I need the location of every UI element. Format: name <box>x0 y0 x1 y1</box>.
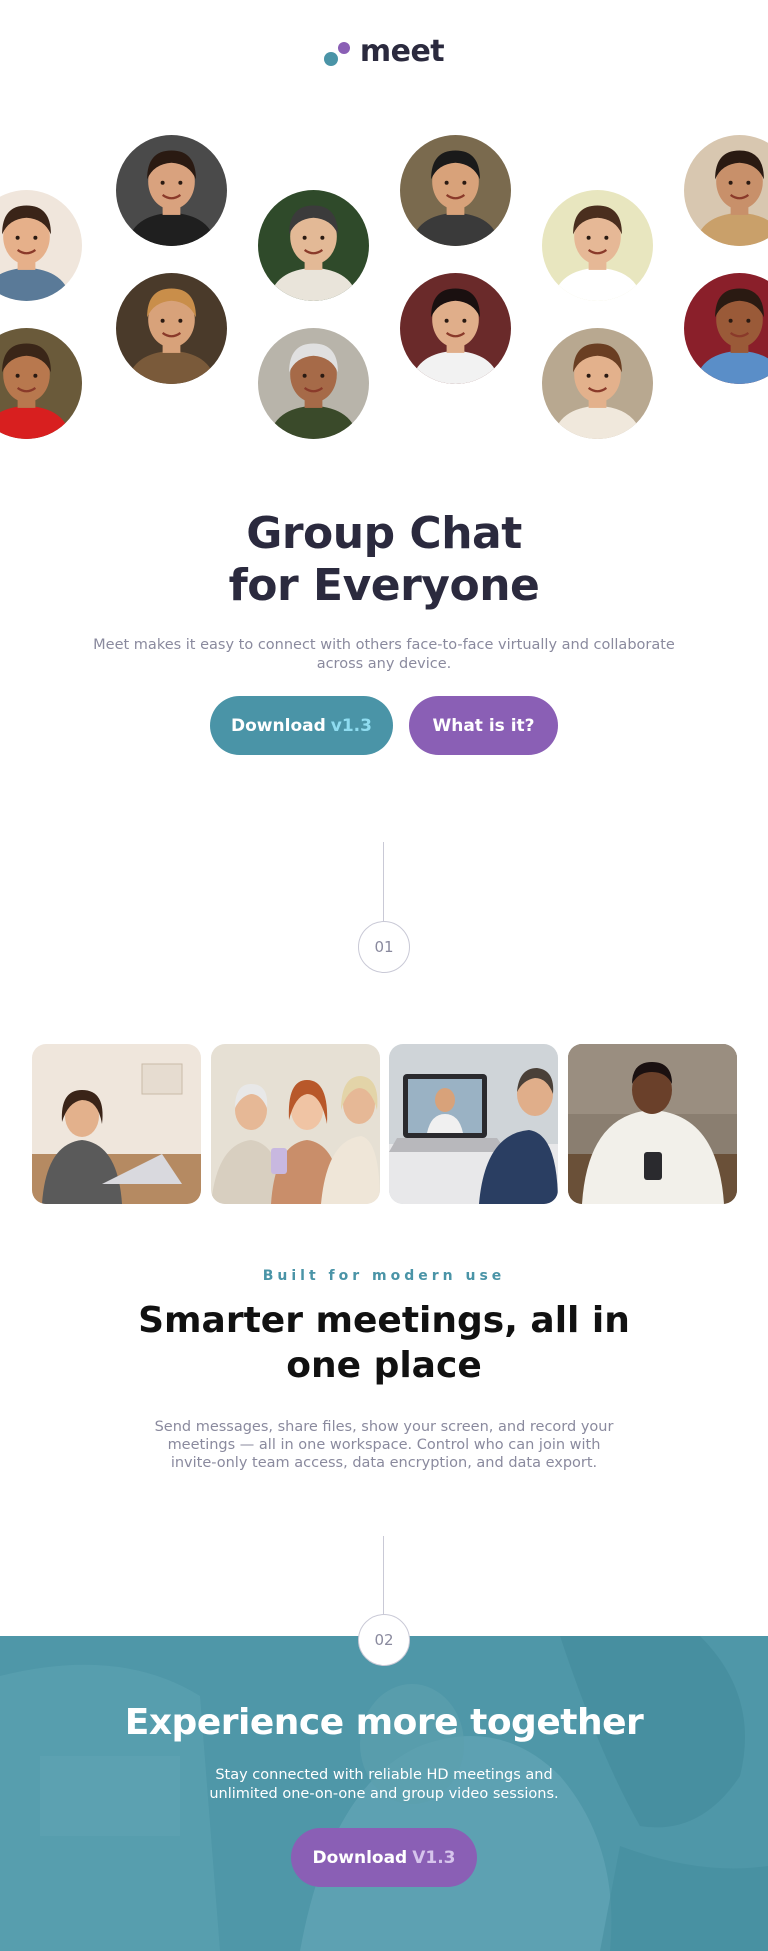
avatar-person-10 <box>400 273 511 384</box>
avatar-portrait <box>0 328 82 439</box>
avatar-person-1 <box>0 190 82 301</box>
photo-scene <box>32 1044 201 1204</box>
cta-section: Experience more together Stay connected … <box>0 1636 768 1951</box>
download-button-label: Download <box>231 715 326 736</box>
avatar-person-5 <box>542 190 653 301</box>
avatar-portrait <box>400 135 511 246</box>
avatar-person-7 <box>0 328 82 439</box>
photo-scene <box>389 1044 558 1204</box>
photo-woman-laptop <box>32 1044 201 1204</box>
download-button[interactable]: Download v1.3 <box>210 696 393 755</box>
section-eyebrow: Built for modern use <box>262 1268 506 1284</box>
avatar-portrait <box>684 273 768 384</box>
cta-title: Experience more together <box>124 1702 644 1743</box>
hero-title-line2: for Everyone <box>228 560 540 611</box>
step-marker-01: 01 <box>358 921 410 973</box>
avatar-person-4 <box>400 135 511 246</box>
avatar-person-2 <box>116 135 227 246</box>
avatar-portrait <box>116 273 227 384</box>
features-description: Send messages, share files, show your sc… <box>154 1419 614 1471</box>
avatar-portrait <box>258 328 369 439</box>
avatar-portrait <box>684 135 768 246</box>
avatar-person-3 <box>258 190 369 301</box>
avatar-person-6 <box>684 135 768 246</box>
hero-title-line1: Group Chat <box>246 508 522 559</box>
cta-download-version: V1.3 <box>412 1847 456 1868</box>
avatar-portrait <box>258 190 369 301</box>
cta-subtitle: Stay connected with reliable HD meetings… <box>209 1767 559 1802</box>
features-title-line1: Smarter meetings, all in <box>138 1300 630 1341</box>
avatar-person-11 <box>542 328 653 439</box>
avatar-cloud <box>0 0 768 460</box>
photo-video-call <box>389 1044 558 1204</box>
avatar-person-8 <box>116 273 227 384</box>
avatar-person-9 <box>258 328 369 439</box>
features-title: Smarter meetings, all in one place <box>134 1298 634 1388</box>
photo-scene <box>568 1044 737 1204</box>
cta-download-label: Download <box>312 1847 408 1868</box>
hero-subtitle: Meet makes it easy to connect with other… <box>93 637 675 672</box>
hero-title: Group Chat for Everyone <box>0 508 768 612</box>
avatar-portrait <box>0 190 82 301</box>
avatar-portrait <box>116 135 227 246</box>
cta-download-button[interactable]: Download V1.3 <box>291 1828 477 1887</box>
avatar-portrait <box>542 328 653 439</box>
photo-women-phone <box>211 1044 380 1204</box>
step-marker-02: 02 <box>358 1614 410 1666</box>
avatar-portrait <box>400 273 511 384</box>
photo-scene <box>211 1044 380 1204</box>
what-is-it-label: What is it? <box>432 715 535 736</box>
photo-man-phone <box>568 1044 737 1204</box>
avatar-person-12 <box>684 273 768 384</box>
features-title-line2: one place <box>286 1345 482 1386</box>
avatar-portrait <box>542 190 653 301</box>
what-is-it-button[interactable]: What is it? <box>409 696 558 755</box>
download-button-version: v1.3 <box>330 715 372 736</box>
